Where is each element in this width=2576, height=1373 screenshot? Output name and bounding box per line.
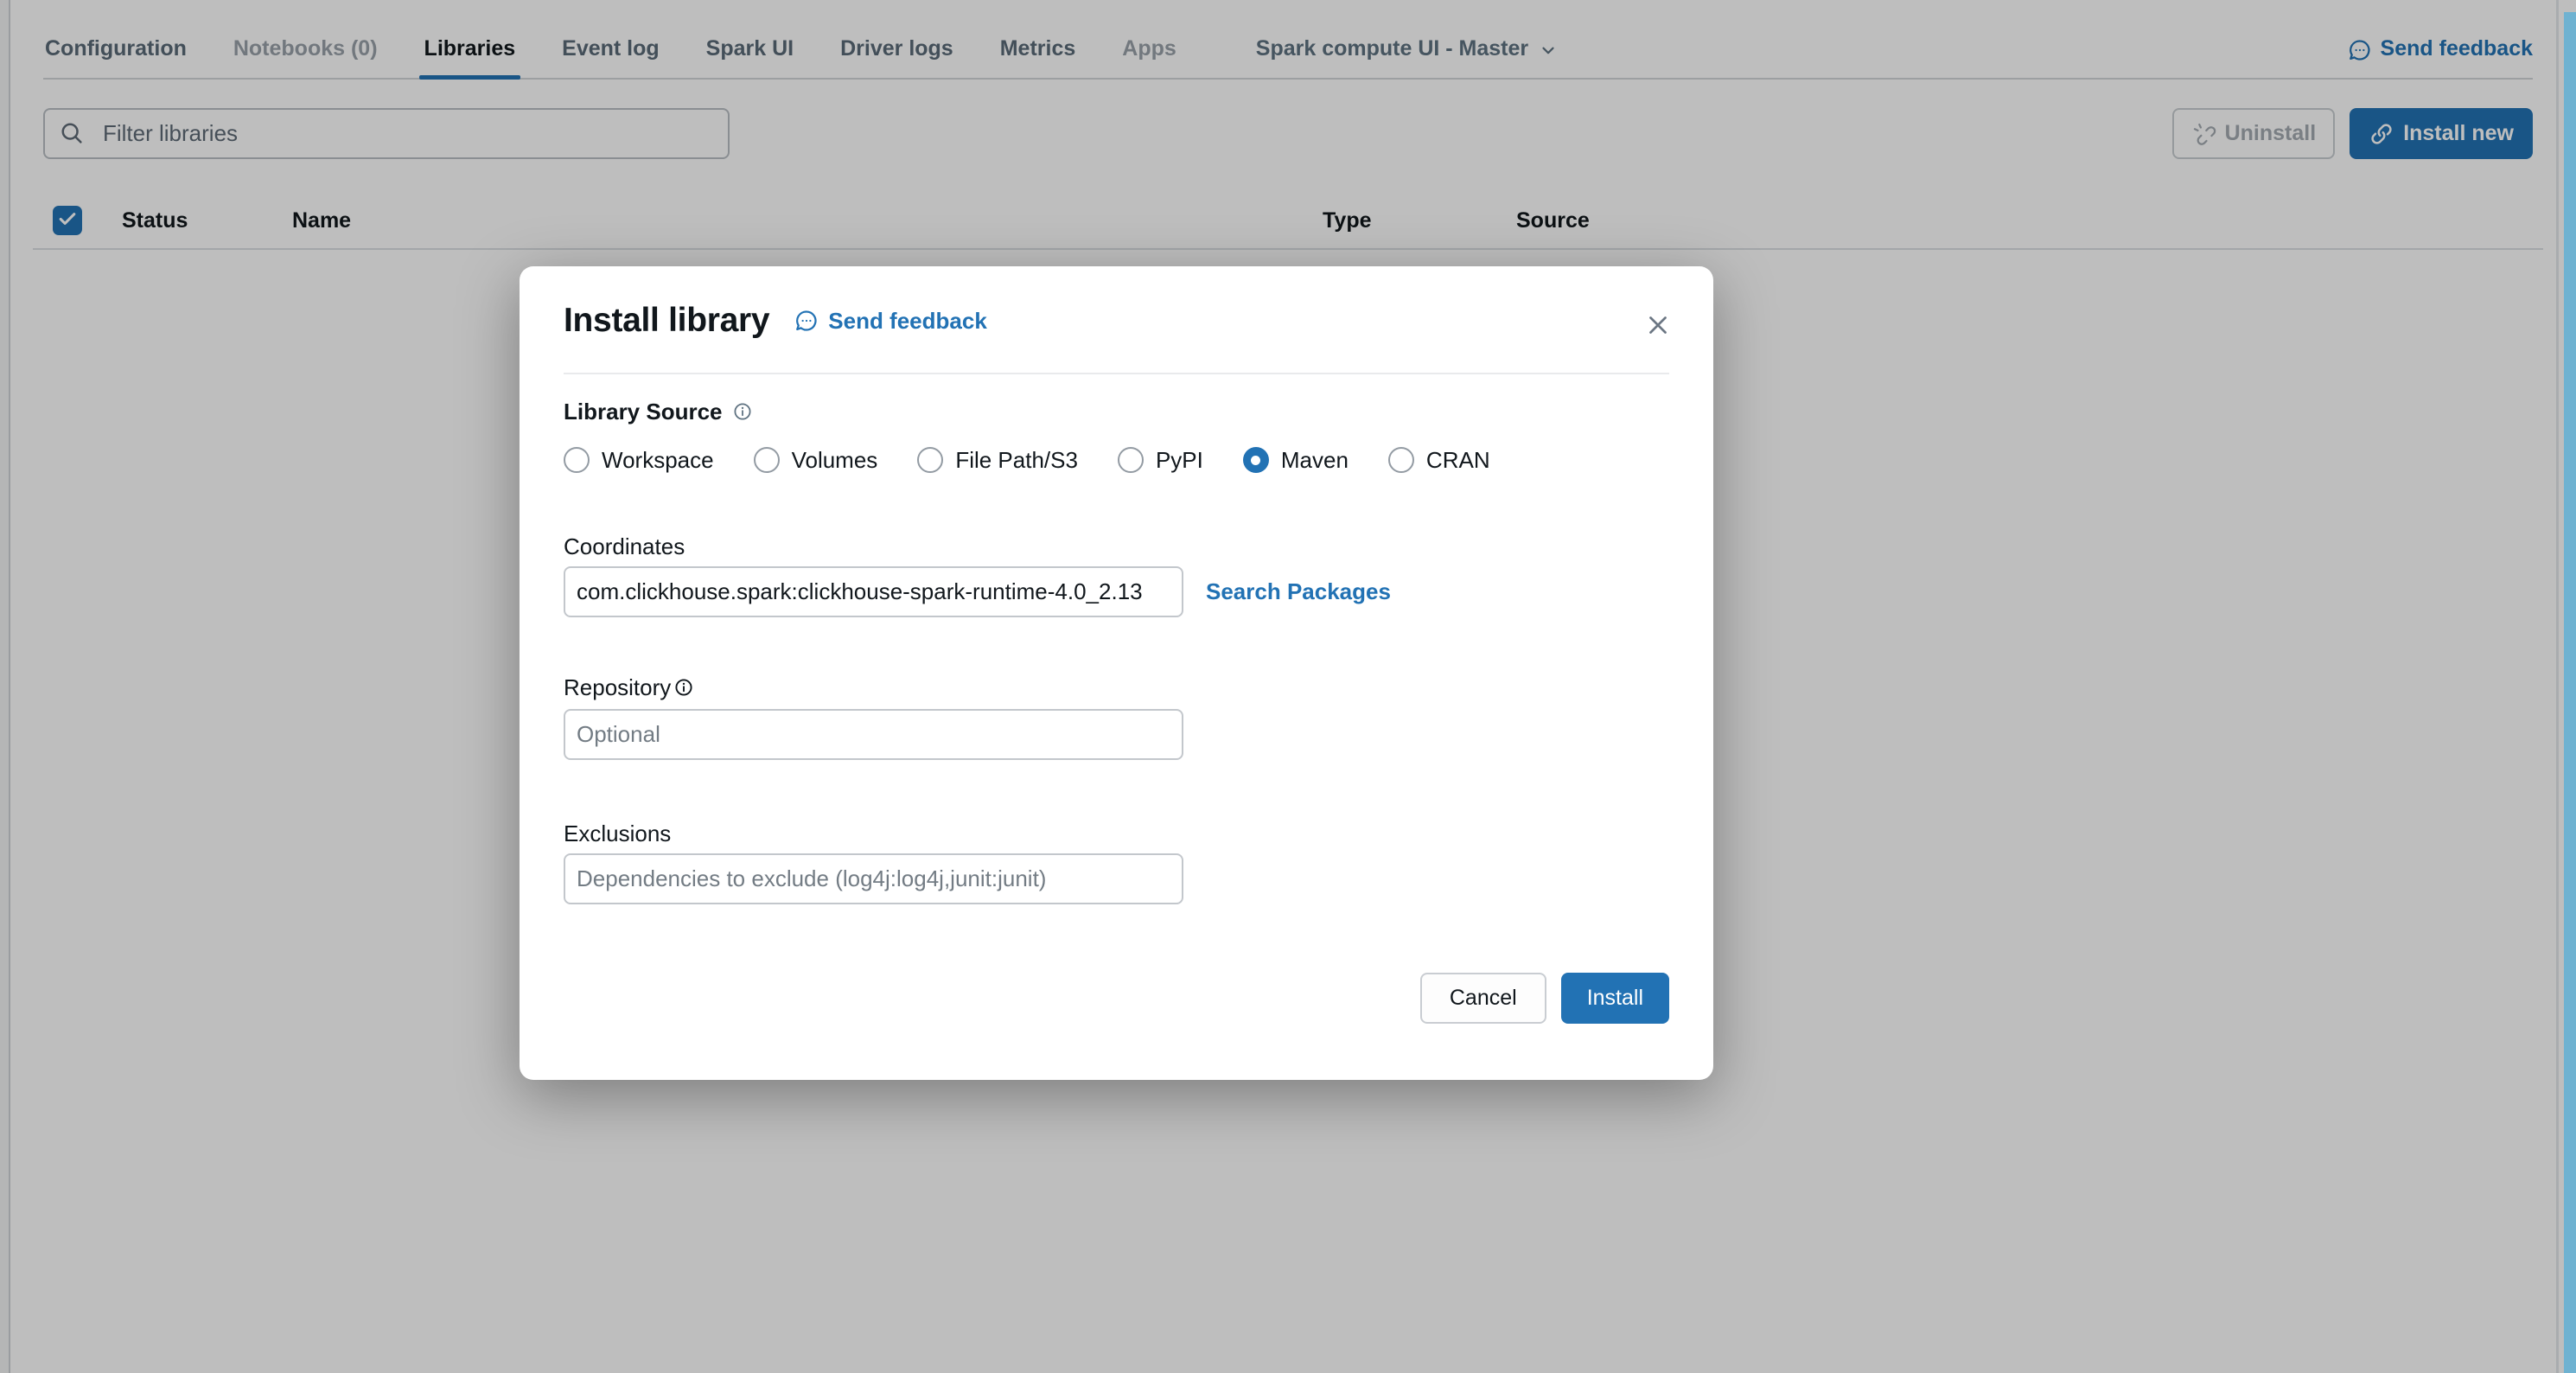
radio-file-path-s3[interactable]: File Path/S3 [917, 447, 1078, 473]
coordinates-row: Search Packages [564, 566, 1669, 617]
coordinates-label: Coordinates [564, 533, 1669, 559]
radio-label: Workspace [602, 447, 714, 473]
radio-icon [1388, 447, 1414, 473]
exclusions-label: Exclusions [564, 821, 1669, 846]
repository-row [564, 709, 1669, 760]
radio-icon [917, 447, 943, 473]
coordinates-text: Coordinates [564, 533, 685, 559]
radio-icon [564, 447, 590, 473]
repository-text: Repository [564, 674, 671, 700]
speech-bubble-icon [794, 308, 819, 334]
exclusions-row [564, 853, 1669, 904]
coordinates-input[interactable] [564, 566, 1183, 617]
modal-header: Install library Send feedback [564, 266, 1669, 341]
radio-maven[interactable]: Maven [1243, 447, 1349, 473]
repository-label: Repository [564, 674, 1669, 700]
radio-label: Volumes [792, 447, 878, 473]
close-icon[interactable] [1641, 308, 1675, 342]
radio-cran[interactable]: CRAN [1388, 447, 1490, 473]
info-icon[interactable] [673, 677, 694, 698]
radio-icon [1243, 447, 1269, 473]
scrollbar-track-border [2556, 0, 2559, 1373]
install-button[interactable]: Install [1561, 973, 1669, 1024]
radio-label: File Path/S3 [955, 447, 1078, 473]
radio-pypi[interactable]: PyPI [1118, 447, 1203, 473]
library-source-options: Workspace Volumes File Path/S3 PyPI Mave… [564, 447, 1669, 473]
radio-volumes[interactable]: Volumes [754, 447, 878, 473]
modal-title: Install library [564, 302, 769, 340]
radio-label: CRAN [1426, 447, 1490, 473]
repository-input[interactable] [564, 709, 1183, 760]
modal-actions: Cancel Install [564, 973, 1669, 1024]
send-feedback-link-modal[interactable]: Send feedback [794, 308, 987, 335]
radio-label: PyPI [1156, 447, 1203, 473]
library-source-label: Library Source [564, 399, 1669, 425]
send-feedback-label-modal: Send feedback [828, 308, 987, 335]
cancel-button[interactable]: Cancel [1420, 973, 1546, 1024]
radio-label: Maven [1281, 447, 1349, 473]
scrollbar-thumb[interactable] [2564, 12, 2576, 1373]
modal-divider [564, 373, 1669, 374]
radio-icon [1118, 447, 1144, 473]
radio-icon [754, 447, 780, 473]
install-library-modal: Install library Send feedback Library So… [520, 266, 1713, 1080]
exclusions-text: Exclusions [564, 821, 671, 846]
exclusions-input[interactable] [564, 853, 1183, 904]
search-packages-link[interactable]: Search Packages [1206, 578, 1391, 605]
info-icon[interactable] [732, 401, 753, 422]
library-source-text: Library Source [564, 399, 723, 425]
radio-workspace[interactable]: Workspace [564, 447, 714, 473]
